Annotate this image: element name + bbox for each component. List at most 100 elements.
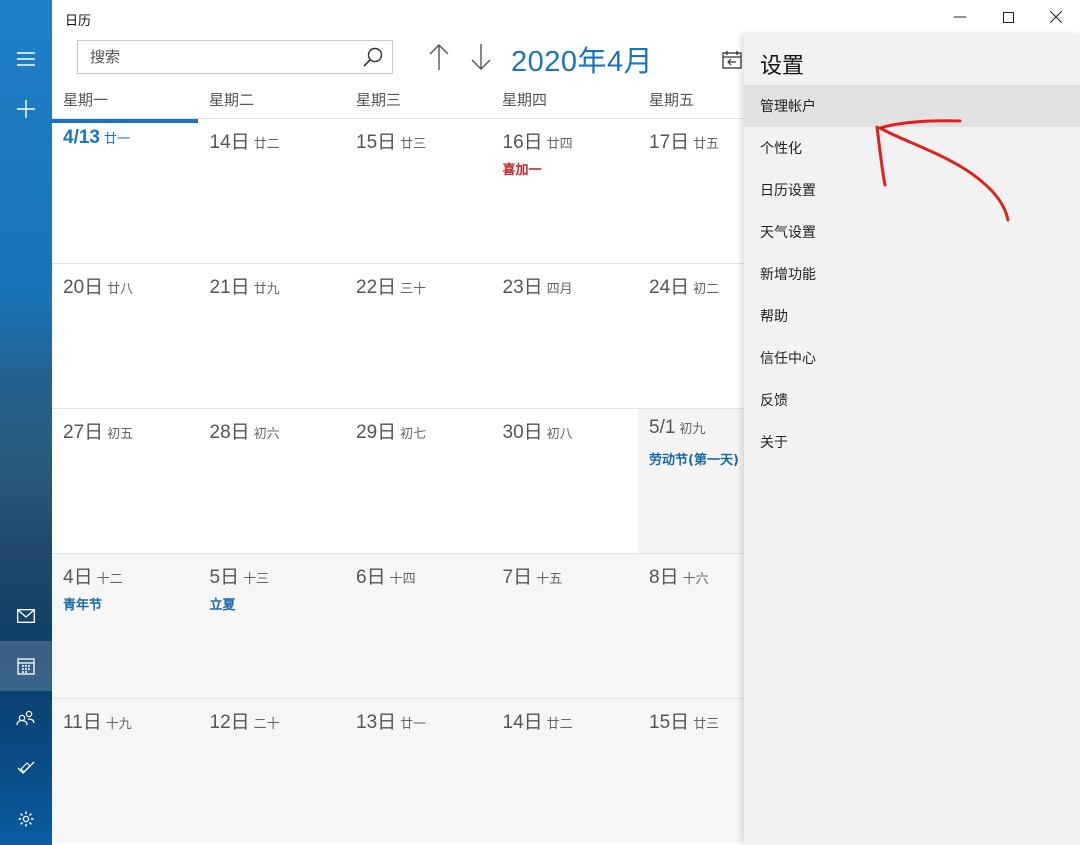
month-grid: 4/13 廿一 14日 廿二 15日 廿三 16日 廿四 喜加一 17日 廿五 20日 廿八 21日 廿九 2… [52, 118, 744, 845]
lunar-date: 初五 [107, 426, 134, 441]
settings-item-calendar-settings[interactable]: 日历设置 [744, 169, 1080, 211]
day-number: 4/13 [63, 127, 100, 148]
day-cell[interactable]: 8日 十六 [638, 553, 744, 698]
event-label[interactable]: 喜加一 [503, 159, 542, 178]
day-number: 8日 [649, 567, 679, 588]
day-cell[interactable]: 5日 十三 立夏 [198, 553, 345, 698]
event-label[interactable]: 青年节 [63, 594, 102, 613]
day-cell[interactable]: 20日 廿八 [52, 263, 199, 408]
lunar-date: 三十 [400, 281, 427, 296]
day-label: 17日 廿五 [649, 127, 719, 154]
day-cell[interactable]: 6日 十四 [345, 553, 492, 698]
day-cell[interactable]: 28日 初六 [198, 408, 345, 553]
day-cell[interactable]: 22日 三十 [345, 263, 492, 408]
title-bar: 日历 [52, 0, 1080, 36]
arrow-down-icon [471, 44, 491, 70]
day-cell[interactable]: 21日 廿九 [198, 263, 345, 408]
day-cell[interactable]: 14日 廿二 [198, 118, 345, 263]
lunar-date: 四月 [546, 281, 573, 296]
day-number: 4日 [63, 567, 93, 588]
day-label: 16日 廿四 [503, 127, 573, 154]
event-label[interactable]: 劳动节(第一天) [649, 449, 739, 468]
day-cell[interactable]: 15日 廿三 [345, 118, 492, 263]
day-number: 23日 [502, 277, 543, 298]
day-label: 14日 廿二 [503, 707, 573, 734]
day-cell[interactable]: 16日 廿四喜加一 [491, 118, 638, 263]
day-number: 14日 [502, 712, 543, 733]
settings-item-trust-center[interactable]: 信任中心 [744, 337, 1080, 379]
maximize-icon [1002, 11, 1014, 23]
lunar-date: 廿八 [107, 281, 134, 296]
day-label: 30日 初八 [503, 417, 573, 444]
todo-icon [17, 761, 35, 774]
people-button[interactable] [0, 693, 52, 743]
day-cell[interactable]: 14日 廿二 [491, 698, 638, 843]
day-number: 6日 [356, 567, 386, 588]
day-number: 7日 [502, 567, 533, 588]
day-number: 20日 [63, 277, 104, 298]
settings-item-manage-accounts[interactable]: 管理帐户 [744, 85, 1080, 127]
settings-item-weather-settings[interactable]: 天气设置 [744, 211, 1080, 253]
settings-item-whats-new[interactable]: 新增功能 [744, 253, 1080, 295]
plus-icon [17, 100, 35, 118]
new-event-button[interactable] [0, 84, 52, 134]
day-cell[interactable]: 30日 初八 [491, 408, 638, 553]
day-number: 5/1 [649, 417, 676, 438]
next-month-button[interactable] [466, 42, 496, 72]
close-button[interactable] [1032, 0, 1080, 34]
lunar-date: 十三 [243, 571, 270, 586]
day-label: 14日 廿二 [210, 127, 280, 154]
day-cell[interactable]: 4日 十二 青年节 [52, 553, 199, 698]
day-label: 20日 廿八 [63, 272, 133, 299]
day-cell[interactable]: 27日 初五 [52, 408, 199, 553]
settings-item-personalization[interactable]: 个性化 [744, 127, 1080, 169]
event-label[interactable]: 立夏 [210, 594, 236, 613]
settings-item-help[interactable]: 帮助 [744, 295, 1080, 337]
weekday-header: 星期二 [209, 91, 255, 109]
day-cell[interactable]: 23日 四月 [491, 263, 638, 408]
hamburger-menu-button[interactable] [0, 34, 52, 84]
lunar-date: 廿九 [253, 281, 280, 296]
settings-title: 设置 [760, 54, 805, 79]
calendar-icon [17, 658, 35, 675]
minimize-button[interactable] [936, 0, 984, 34]
day-label: 13日 廿一 [356, 707, 426, 734]
settings-item-feedback[interactable]: 反馈 [744, 379, 1080, 421]
day-cell[interactable]: 13日 廿一 [345, 698, 492, 843]
day-cell[interactable]: 5/1 初九 劳动节(第一天) [638, 408, 744, 553]
lunar-date: 廿二 [253, 136, 280, 151]
calendar-button[interactable] [0, 641, 52, 691]
today-button[interactable] [719, 47, 745, 73]
lunar-date: 廿二 [546, 716, 573, 731]
day-number: 28日 [209, 422, 250, 443]
day-label: 4/13 廿一 [63, 127, 130, 149]
search-button[interactable] [362, 46, 384, 72]
previous-month-button[interactable] [424, 42, 454, 72]
lunar-date: 初六 [253, 426, 280, 441]
search-input[interactable] [78, 41, 348, 73]
day-number: 27日 [63, 422, 104, 443]
settings-item-about[interactable]: 关于 [744, 421, 1080, 463]
maximize-button[interactable] [984, 0, 1032, 34]
day-cell[interactable]: 17日 廿五 [638, 118, 744, 263]
day-label: 21日 廿九 [210, 272, 280, 299]
day-cell[interactable]: 7日 十五 [491, 553, 638, 698]
month-title[interactable]: 2020年4月 [511, 38, 653, 80]
day-number: 15日 [356, 132, 397, 153]
lunar-date: 廿一 [400, 716, 427, 731]
day-cell[interactable]: 15日 廿三 [638, 698, 744, 843]
day-label: 29日 初七 [356, 417, 426, 444]
day-number: 29日 [356, 422, 397, 443]
day-cell[interactable]: 24日 初二 [638, 263, 744, 408]
day-label: 8日 十六 [649, 562, 709, 589]
day-cell[interactable]: 29日 初七 [345, 408, 492, 553]
settings-button[interactable] [0, 794, 52, 844]
minimize-icon [954, 16, 966, 18]
lunar-date: 十六 [682, 571, 709, 586]
day-cell[interactable]: 11日 十九 [52, 698, 199, 843]
day-cell[interactable]: 12日 二十 [198, 698, 345, 843]
day-number: 15日 [649, 712, 690, 733]
mail-button[interactable] [0, 591, 52, 641]
todo-button[interactable] [0, 743, 52, 793]
day-cell[interactable]: 4/13 廿一 [52, 118, 199, 263]
